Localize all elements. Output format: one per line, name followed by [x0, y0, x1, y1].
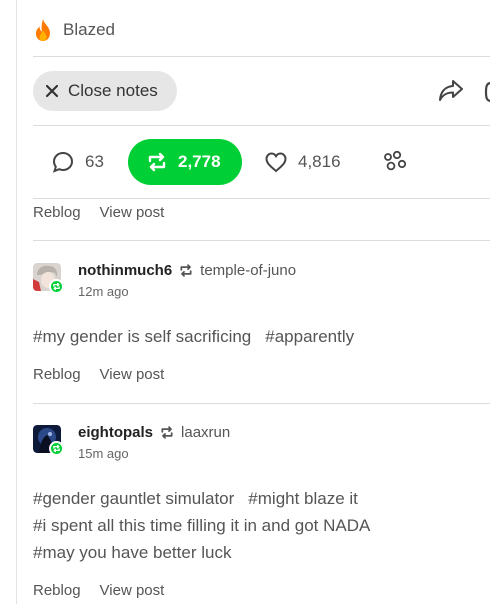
tag-line: #gender gauntlet simulator #might blaze i…: [33, 485, 384, 512]
reblog-link[interactable]: Reblog: [33, 582, 81, 599]
reblog-badge: [49, 441, 64, 456]
tag[interactable]: #gender gauntlet simulator: [33, 489, 234, 508]
view-post-link[interactable]: View post: [100, 204, 165, 221]
comments-tab[interactable]: 63: [51, 139, 104, 185]
note-actions: Reblog View post: [33, 582, 164, 599]
note-timestamp: 15m ago: [78, 446, 129, 461]
comments-count: 63: [85, 152, 104, 171]
note-header: eightopals laaxrun: [78, 424, 230, 441]
reblog-icon: [148, 152, 166, 172]
tag[interactable]: #my gender is self sacrificing: [33, 327, 251, 346]
reblog-link[interactable]: Reblog: [33, 204, 81, 221]
likes-tab[interactable]: 4,816: [264, 139, 341, 185]
view-post-link[interactable]: View post: [100, 366, 165, 383]
note-tags: #my gender is self sacrificing #apparentl…: [33, 323, 368, 350]
avatar[interactable]: [33, 263, 64, 294]
likes-count: 4,816: [298, 152, 341, 171]
reblog-badge: [49, 279, 64, 294]
view-post-link[interactable]: View post: [100, 582, 165, 599]
share-icon[interactable]: [437, 78, 465, 104]
reblog-icon: [180, 264, 192, 277]
note-counts-bar: 63 2,778 4,816: [33, 139, 490, 185]
tag[interactable]: #may you have better luck: [33, 543, 231, 562]
note-tags: #gender gauntlet simulator #might blaze i…: [33, 485, 384, 566]
note-username[interactable]: eightopals: [78, 424, 153, 441]
note-username[interactable]: nothinmuch6: [78, 262, 172, 279]
heart-icon: [265, 152, 287, 173]
tag[interactable]: #i spent all this time filling it in and…: [33, 516, 370, 535]
note-timestamp: 12m ago: [78, 284, 129, 299]
comment-icon: [52, 151, 74, 173]
reblogged-from[interactable]: temple-of-juno: [200, 262, 296, 279]
reblogs-count: 2,778: [178, 152, 221, 171]
divider: [33, 125, 490, 126]
tag-line: #may you have better luck: [33, 539, 384, 566]
more-icon[interactable]: [483, 80, 490, 104]
avatar[interactable]: [33, 425, 64, 456]
blazed-label: Blazed: [63, 20, 115, 39]
divider: [33, 403, 490, 404]
blazes-tab[interactable]: [382, 139, 408, 185]
close-notes-button[interactable]: Close notes: [33, 71, 177, 111]
close-notes-label: Close notes: [68, 81, 158, 100]
tag-line: #my gender is self sacrificing #apparentl…: [33, 323, 368, 350]
note-actions: Reblog View post: [33, 366, 164, 383]
divider: [33, 198, 490, 199]
blaze-icon: [384, 150, 407, 171]
note-header: nothinmuch6 temple-of-juno: [78, 262, 296, 279]
divider: [33, 240, 490, 241]
left-border: [16, 0, 17, 604]
flame-icon: [36, 19, 50, 41]
reblog-icon: [161, 426, 173, 439]
tag-line: #i spent all this time filling it in and…: [33, 512, 384, 539]
note-actions: Reblog View post: [33, 204, 164, 221]
reblogs-tab[interactable]: 2,778: [128, 139, 242, 185]
tag[interactable]: #might blaze it: [248, 489, 358, 508]
divider: [33, 56, 490, 57]
blazed-header: Blazed: [33, 17, 115, 43]
tag[interactable]: #apparently: [265, 327, 354, 346]
reblog-link[interactable]: Reblog: [33, 366, 81, 383]
close-icon: [45, 84, 59, 98]
reblogged-from[interactable]: laaxrun: [181, 424, 230, 441]
